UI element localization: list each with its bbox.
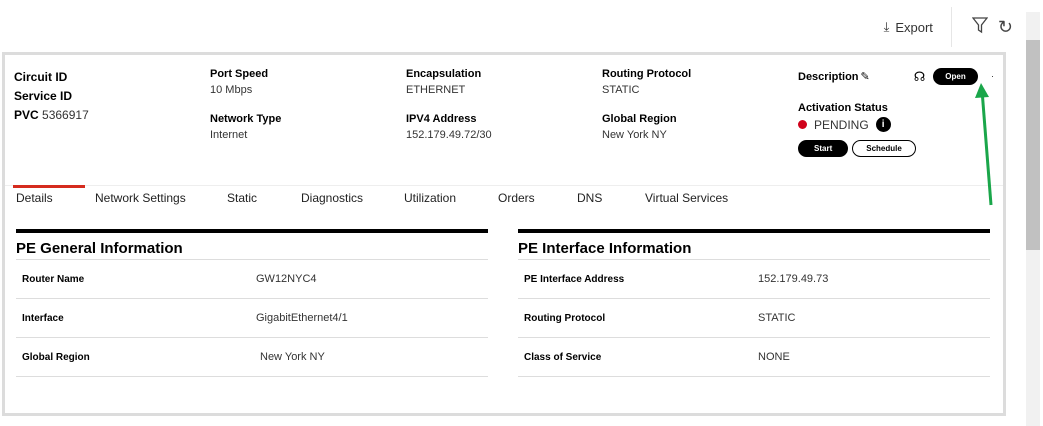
- pvc-label: PVC: [14, 108, 39, 122]
- service-id-label: Service ID: [14, 89, 73, 103]
- ipv4-label: IPV4 Address: [406, 113, 477, 125]
- ipv4-value: 152.179.49.72/30: [406, 129, 492, 141]
- encapsulation-value: ETHERNET: [406, 84, 466, 96]
- start-button[interactable]: Start: [798, 140, 849, 157]
- minimize-button[interactable]: [991, 76, 993, 77]
- info-icon[interactable]: i: [875, 117, 891, 132]
- pe-general-title: PE General Information: [16, 229, 488, 260]
- activation-status-label: Activation Status: [798, 102, 888, 114]
- pencil-icon[interactable]: ✎: [861, 70, 870, 83]
- export-button[interactable]: ⤓ Export: [884, 19, 933, 35]
- pe-general-section: PE General Information Router Name GW12NY…: [16, 229, 488, 377]
- pvc-value: 5366917: [42, 108, 89, 122]
- table-row: Class of Service NONE: [518, 338, 990, 377]
- headset-icon[interactable]: ☊: [914, 69, 926, 85]
- tab-utilization[interactable]: Utilization: [404, 191, 456, 205]
- pe-interface-title: PE Interface Information: [518, 229, 990, 260]
- tab-network-settings[interactable]: Network Settings: [95, 191, 186, 205]
- circuit-id-label: Circuit ID: [14, 70, 68, 84]
- tab-orders[interactable]: Orders: [498, 191, 535, 205]
- encapsulation-label: Encapsulation: [406, 68, 482, 80]
- tab-diagnostics[interactable]: Diagnostics: [301, 191, 363, 205]
- tab-bar: Details Network Settings Static Diagnost…: [5, 185, 1003, 211]
- tab-details[interactable]: Details: [13, 185, 85, 205]
- description-label: Description: [798, 70, 859, 83]
- status-dot-icon: [798, 120, 807, 129]
- schedule-button[interactable]: Schedule: [852, 140, 916, 157]
- circuit-card: Circuit ID Service ID PVC 5366917 Port S…: [2, 52, 1006, 416]
- divider: [950, 7, 952, 47]
- tab-static[interactable]: Static: [227, 191, 257, 205]
- global-region-label: Global Region: [602, 113, 677, 125]
- refresh-icon[interactable]: ↻: [998, 17, 1013, 38]
- routing-protocol-label: Routing Protocol: [602, 68, 692, 80]
- table-row: PE Interface Address 152.179.49.73: [518, 260, 990, 299]
- tab-virtual-services[interactable]: Virtual Services: [645, 191, 728, 205]
- tab-dns[interactable]: DNS: [577, 191, 602, 205]
- pe-interface-section: PE Interface Information PE Interface Ad…: [518, 229, 990, 377]
- annotation-arrow-icon: [975, 83, 993, 206]
- port-speed-label: Port Speed: [210, 68, 269, 80]
- scrollbar[interactable]: [1026, 12, 1040, 426]
- scrollbar-thumb[interactable]: [1026, 40, 1040, 250]
- download-icon: ⤓: [883, 19, 890, 34]
- toolbar: ⤓ Export ↻: [884, 7, 1013, 47]
- port-speed-value: 10 Mbps: [210, 84, 253, 96]
- network-type-value: Internet: [210, 129, 248, 141]
- table-row: Global Region New York NY: [16, 338, 488, 377]
- network-type-label: Network Type: [210, 113, 282, 125]
- table-row: Routing Protocol STATIC: [518, 299, 990, 338]
- table-row: Interface GigabitEthernet4/1: [16, 299, 488, 338]
- global-region-value: New York NY: [602, 129, 667, 141]
- filter-icon[interactable]: [971, 16, 989, 39]
- table-row: Router Name GW12NYC4: [16, 260, 488, 299]
- routing-protocol-value: STATIC: [602, 84, 640, 96]
- activation-status-value: PENDING: [814, 117, 869, 132]
